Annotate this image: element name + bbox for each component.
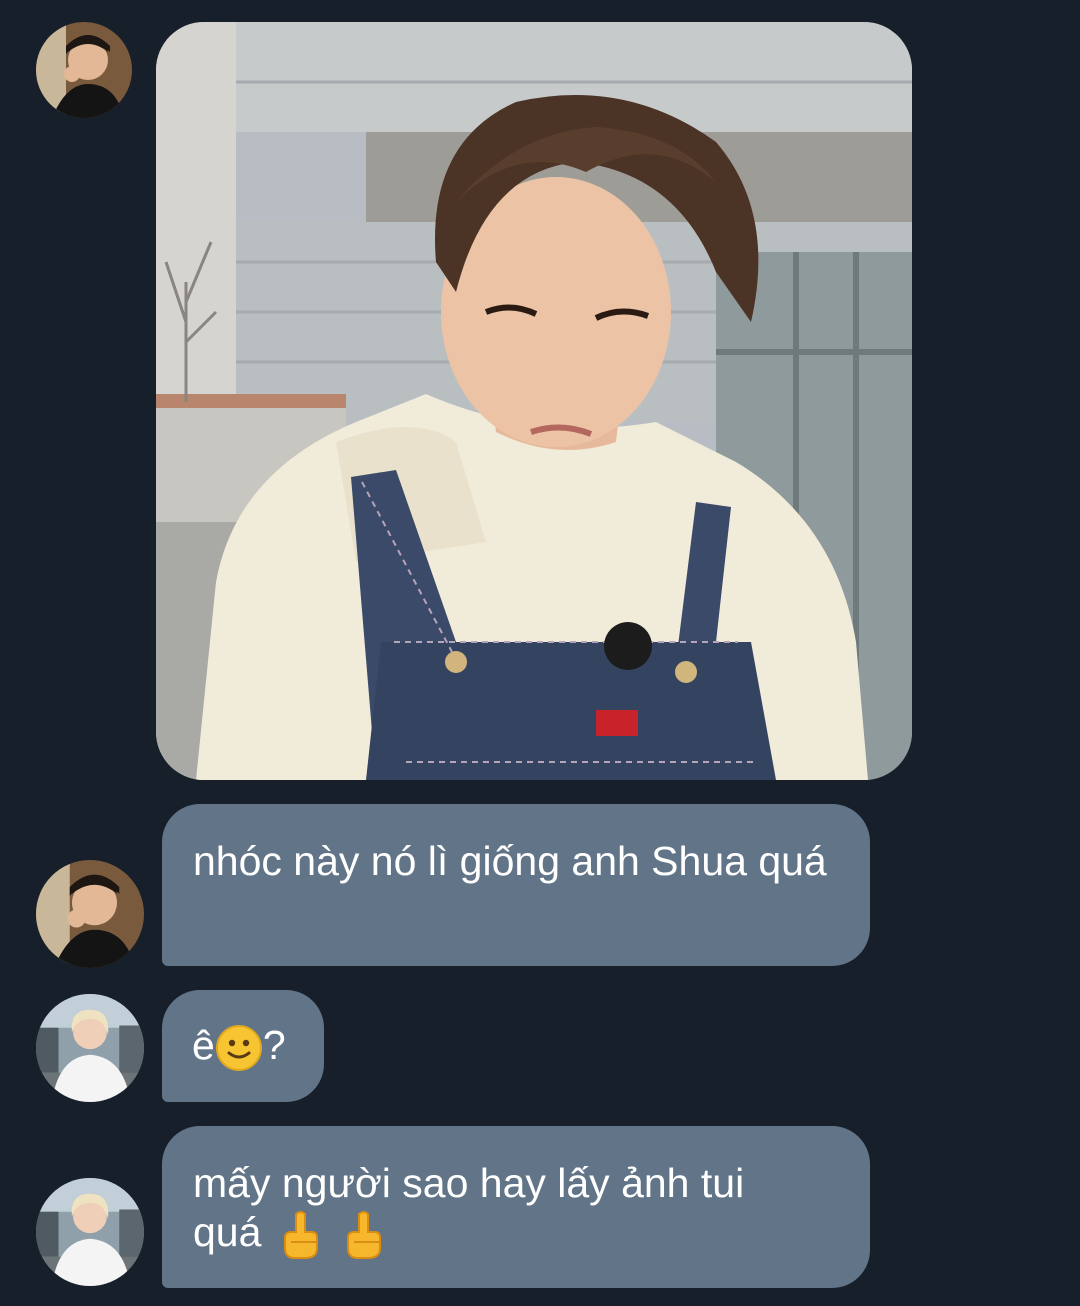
middle-finger-icon [279, 1210, 323, 1260]
message-text-line1: mấy người sao hay lấy ảnh tui [193, 1160, 745, 1206]
avatar-dark-hair-icon [36, 22, 132, 118]
message-bubble[interactable]: nhóc này nó lì giống anh Shua quá [162, 804, 870, 966]
sender-avatar[interactable] [36, 860, 144, 968]
message-bubble[interactable]: mấy người sao hay lấy ảnh tui quá [162, 1126, 870, 1288]
message-text-suffix: ? [262, 1022, 286, 1068]
sender-avatar[interactable] [36, 22, 132, 118]
message-text: nhóc này nó lì giống anh Shua quá [193, 838, 827, 884]
sender-avatar[interactable] [36, 994, 144, 1102]
middle-finger-icon [342, 1210, 386, 1260]
avatar-blond-hair-icon [36, 994, 144, 1102]
photo-young-man-hoodie-overalls-icon [156, 22, 912, 780]
avatar-blond-hair-icon [36, 1178, 144, 1286]
sender-avatar[interactable] [36, 1178, 144, 1286]
shared-photo[interactable] [156, 22, 912, 780]
message-text-line2: quá [193, 1209, 262, 1255]
slightly-smiling-face-icon [215, 1024, 263, 1072]
avatar-dark-hair-icon [36, 860, 144, 968]
message-text: ê [192, 1022, 215, 1068]
message-bubble[interactable]: ê? [162, 990, 324, 1102]
